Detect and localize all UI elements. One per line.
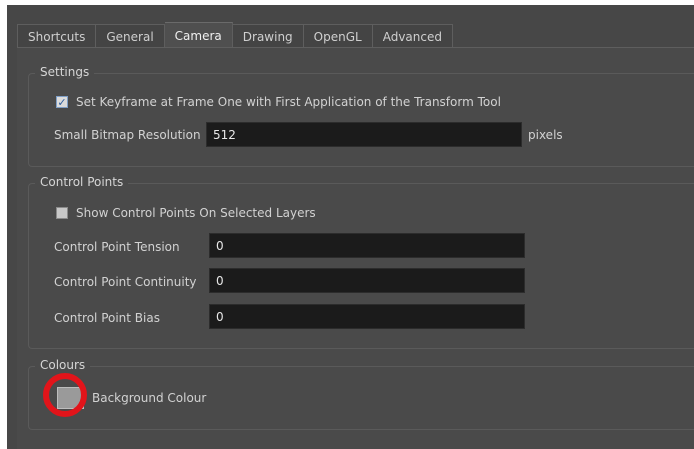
tension-field[interactable] <box>209 233 525 258</box>
continuity-label: Control Point Continuity <box>54 275 197 289</box>
bitmap-unit-label: pixels <box>528 128 563 142</box>
show-control-points-checkbox[interactable] <box>56 207 68 219</box>
bitmap-resolution-field[interactable] <box>206 122 522 147</box>
bitmap-resolution-label: Small Bitmap Resolution <box>54 128 201 142</box>
background-colour-label: Background Colour <box>92 391 207 405</box>
tab-drawing[interactable]: Drawing <box>232 24 304 48</box>
background-colour-swatch[interactable] <box>57 387 84 409</box>
show-control-points-label: Show Control Points On Selected Layers <box>76 206 316 220</box>
settings-group-title: Settings <box>35 65 95 79</box>
tab-advanced[interactable]: Advanced <box>372 24 453 48</box>
tab-bar: Shortcuts General Camera Drawing OpenGL … <box>17 22 453 48</box>
tab-opengl[interactable]: OpenGL <box>303 24 373 48</box>
show-control-points-row: Show Control Points On Selected Layers <box>56 206 316 220</box>
tab-general[interactable]: General <box>96 24 165 48</box>
keyframe-checkbox-label: Set Keyframe at Frame One with First App… <box>76 95 501 109</box>
settings-group: Settings <box>28 65 694 167</box>
bias-label: Control Point Bias <box>54 311 160 325</box>
tab-camera[interactable]: Camera <box>164 22 233 48</box>
bias-field[interactable] <box>209 304 525 329</box>
keyframe-checkbox[interactable] <box>56 96 68 108</box>
colours-group-title: Colours <box>35 358 91 372</box>
tension-label: Control Point Tension <box>54 240 180 254</box>
control-points-group-title: Control Points <box>35 175 129 189</box>
tab-shortcuts[interactable]: Shortcuts <box>17 24 97 48</box>
keyframe-row: Set Keyframe at Frame One with First App… <box>56 95 501 109</box>
continuity-field[interactable] <box>209 268 525 293</box>
